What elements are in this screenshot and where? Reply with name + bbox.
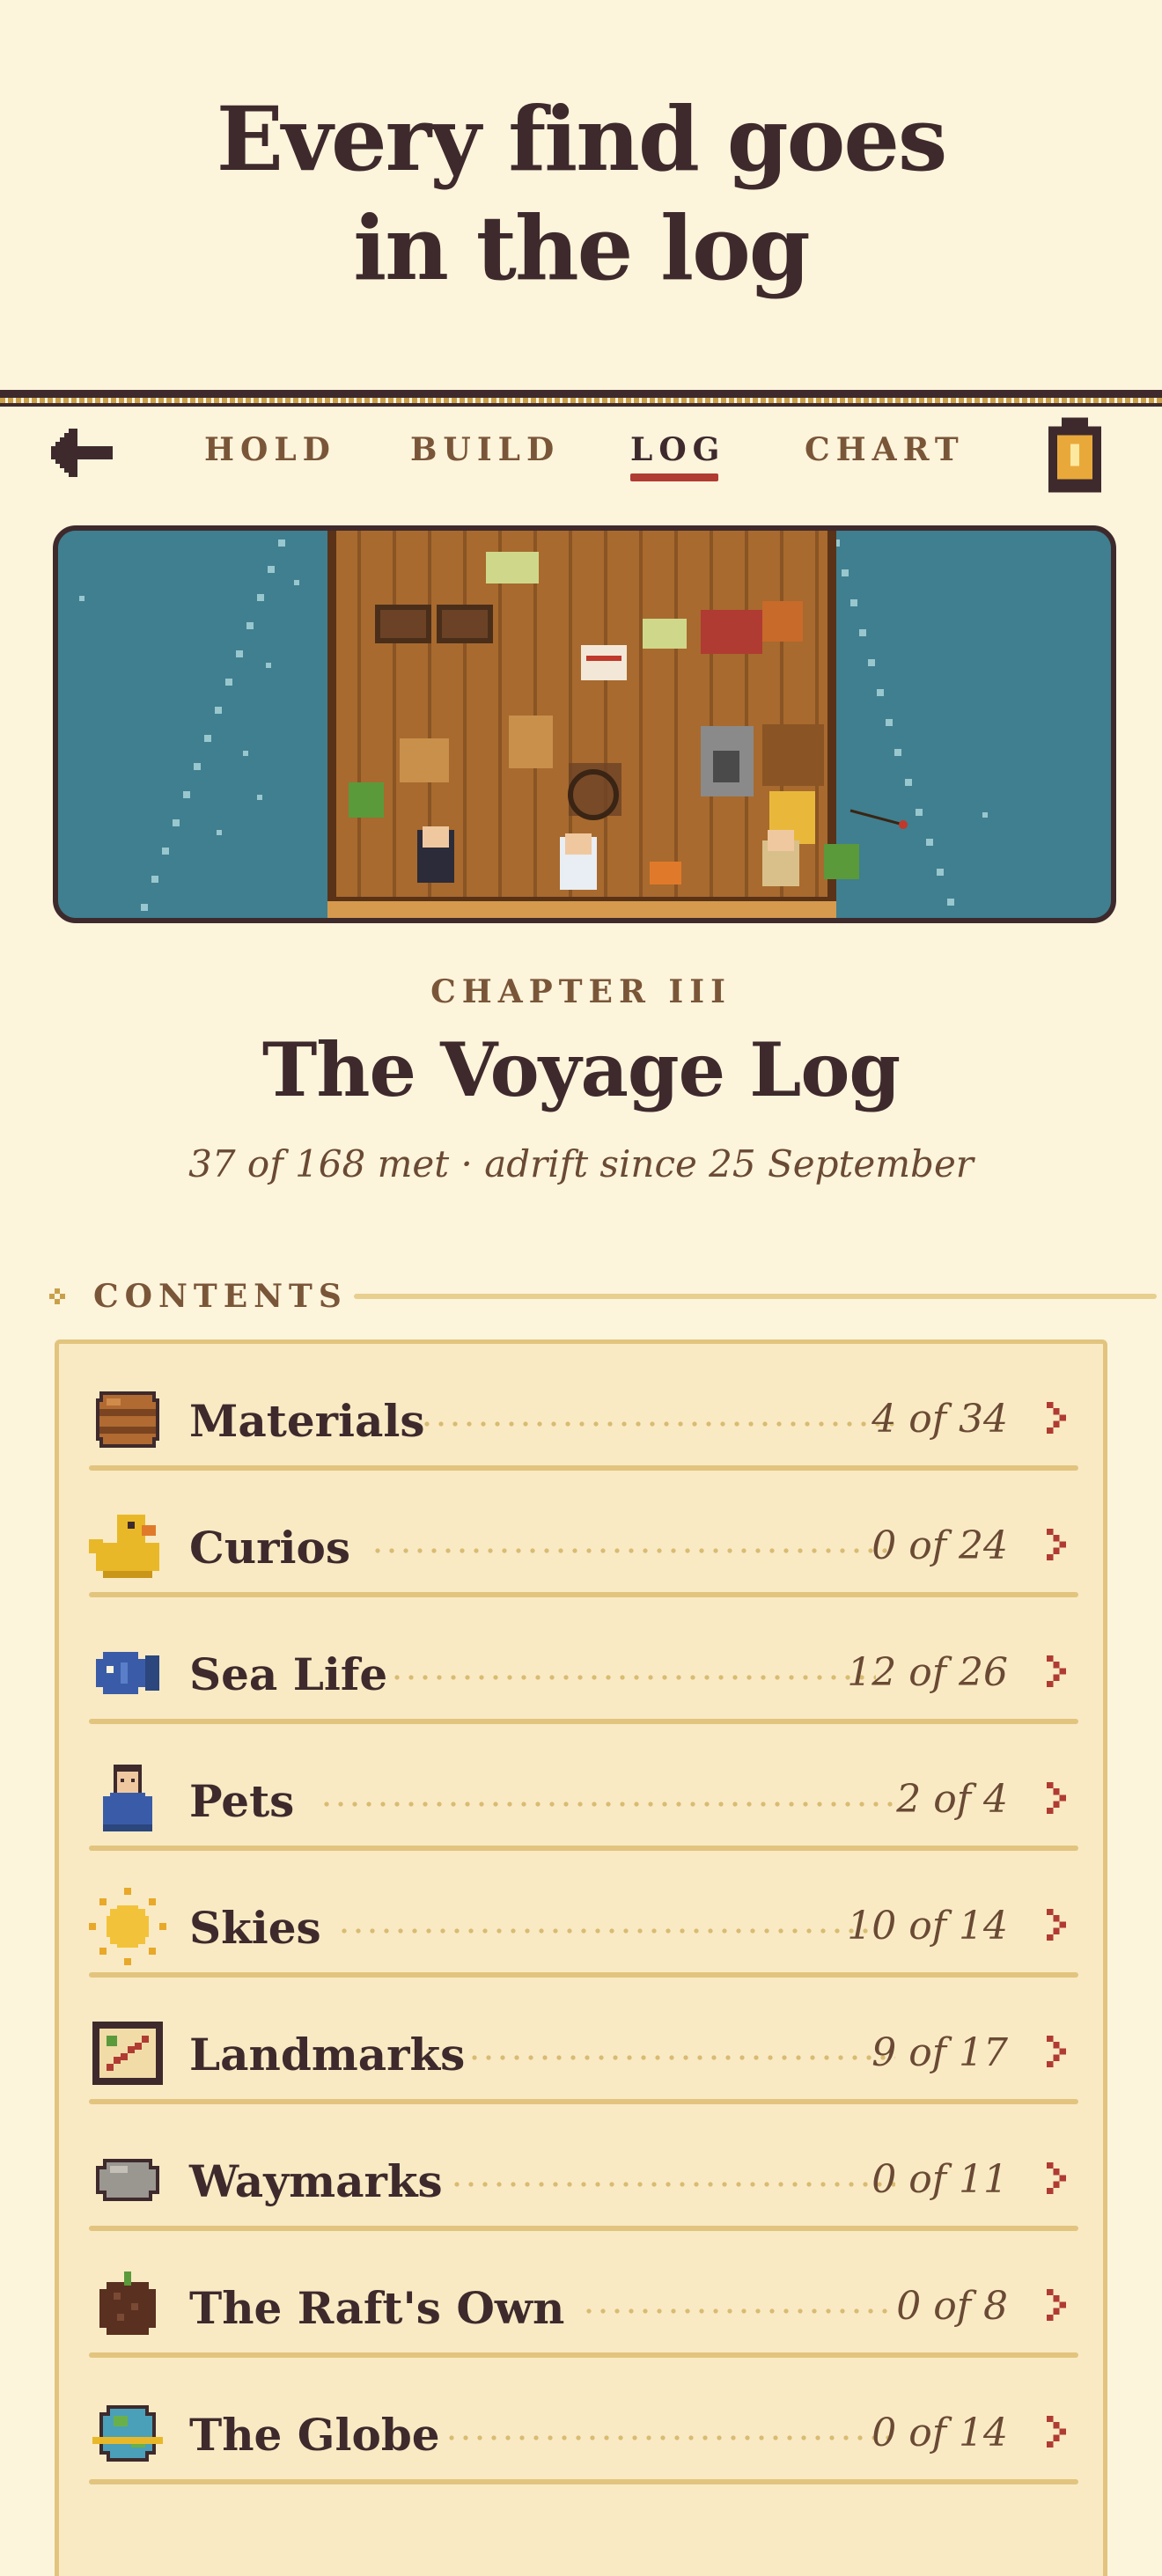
- leader-dots: [450, 2182, 895, 2187]
- list-item-curios[interactable]: Curios 0 of 24: [89, 1471, 1078, 1597]
- list-item-label: Materials: [189, 1395, 425, 1447]
- list-item-count: 10 of 14: [847, 1904, 1008, 1949]
- leader-dots: [467, 2055, 895, 2060]
- list-item-the-rafts-own[interactable]: The Raft's Own 0 of 8: [89, 2231, 1078, 2358]
- active-tab-indicator: [630, 473, 718, 481]
- diamond-icon: [49, 1288, 65, 1304]
- list-item-sea-life[interactable]: Sea Life 12 of 26: [89, 1597, 1078, 1724]
- chevron-right-icon: [1047, 1782, 1066, 1814]
- leader-dots: [445, 2435, 895, 2440]
- leader-dots: [420, 1421, 895, 1427]
- contents-rule: [354, 1294, 1157, 1299]
- list-item-count: 12 of 26: [847, 1650, 1008, 1695]
- tab-build[interactable]: BUILD: [410, 431, 560, 468]
- list-item-skies[interactable]: Skies 10 of 14: [89, 1851, 1078, 1978]
- penguin-icon: [103, 1765, 152, 1831]
- barrel-icon: [96, 1391, 159, 1448]
- list-item-label: Waymarks: [189, 2155, 443, 2207]
- list-item-count: 0 of 14: [872, 2411, 1008, 2455]
- list-item-count: 0 of 24: [872, 1523, 1008, 1568]
- list-item-count: 2 of 4: [896, 1777, 1008, 1822]
- chevron-right-icon: [1047, 1402, 1066, 1434]
- chapter-label: CHAPTER III: [430, 973, 732, 1010]
- leader-dots: [390, 1675, 876, 1680]
- hero: Every find goes in the log: [0, 0, 1162, 387]
- leader-dots: [337, 1928, 876, 1934]
- chevron-right-icon: [1047, 1655, 1066, 1687]
- list-item-count: 9 of 17: [872, 2030, 1008, 2075]
- headline-line-2: in the log: [353, 196, 810, 300]
- tab-hold[interactable]: HOLD: [204, 431, 336, 468]
- back-button[interactable]: [51, 424, 113, 477]
- list-item-the-globe[interactable]: The Globe 0 of 14: [89, 2358, 1078, 2484]
- rubber-duck-icon: [89, 1515, 159, 1578]
- fish-icon: [96, 1652, 159, 1694]
- list-item-waymarks[interactable]: Waymarks 0 of 11: [89, 2104, 1078, 2231]
- contents-list: Materials 4 of 34 Curios 0 of 24 Sea Lif…: [55, 1339, 1107, 2576]
- stone-icon: [96, 2159, 159, 2201]
- divider-rule: [0, 390, 1162, 398]
- lantern-icon: [1048, 417, 1101, 493]
- lantern-button[interactable]: [1044, 417, 1106, 493]
- map-icon: [92, 2022, 163, 2085]
- chevron-right-icon: [1047, 1909, 1066, 1941]
- headline: Every find goes in the log: [216, 84, 948, 303]
- contents-label: CONTENTS: [93, 1278, 348, 1315]
- list-item-label: The Raft's Own: [189, 2282, 565, 2334]
- tab-chart[interactable]: CHART: [805, 431, 965, 468]
- contents-header: CONTENTS: [49, 1278, 1157, 1315]
- list-item-materials[interactable]: Materials 4 of 34: [89, 1344, 1078, 1471]
- raft-illustration: [53, 525, 1116, 923]
- list-item-label: Curios: [189, 1522, 350, 1574]
- coconut-icon: [99, 2271, 156, 2335]
- chevron-right-icon: [1047, 2036, 1066, 2067]
- leader-dots: [371, 1548, 895, 1553]
- list-item-count: 0 of 8: [896, 2284, 1008, 2329]
- list-item-pets[interactable]: Pets 2 of 4: [89, 1724, 1078, 1851]
- list-item-label: Sea Life: [189, 1648, 388, 1700]
- leader-dots: [320, 1802, 895, 1807]
- sun-icon: [89, 1888, 166, 1965]
- page-title: The Voyage Log: [261, 1026, 901, 1113]
- headline-line-1: Every find goes: [216, 87, 948, 191]
- tab-log[interactable]: LOG: [630, 431, 725, 468]
- chevron-right-icon: [1047, 2162, 1066, 2194]
- row-divider: [89, 2479, 1078, 2484]
- chevron-right-icon: [1047, 1529, 1066, 1560]
- list-item-label: Landmarks: [189, 2029, 466, 2081]
- arrow-left-icon: [51, 429, 113, 477]
- top-nav: HOLD BUILD LOG CHART: [0, 407, 1162, 495]
- raft-pixel-art: [58, 531, 1111, 918]
- list-item-landmarks[interactable]: Landmarks 9 of 17: [89, 1978, 1078, 2104]
- list-item-count: 4 of 34: [872, 1397, 1008, 1442]
- list-item-label: Pets: [189, 1775, 295, 1827]
- page-subtitle: 37 of 168 met · adrift since 25 Septembe…: [188, 1142, 974, 1185]
- list-item-count: 0 of 11: [872, 2157, 1008, 2202]
- globe-icon: [92, 2405, 163, 2462]
- list-item-label: The Globe: [189, 2409, 440, 2461]
- chevron-right-icon: [1047, 2416, 1066, 2448]
- list-item-label: Skies: [189, 1902, 321, 1954]
- chevron-right-icon: [1047, 2289, 1066, 2321]
- leader-dots: [582, 2308, 895, 2314]
